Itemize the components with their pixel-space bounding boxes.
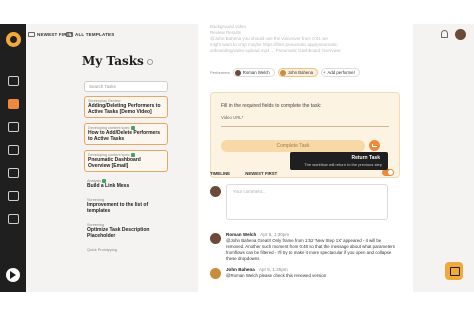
tasks-icon[interactable] bbox=[8, 99, 19, 109]
plus-icon: + bbox=[323, 70, 326, 75]
task-list: Screenplay Review Adding/Deleting Perfor… bbox=[84, 96, 168, 259]
task-description: Background video Review Results @John Ba… bbox=[210, 24, 341, 53]
comment-author: Roman Welch Apr 5, 1:30pm bbox=[226, 232, 290, 237]
task-card[interactable]: Analysis Build a Link Mess bbox=[84, 177, 168, 191]
task-card[interactable]: Screening Optimize Task Description Plac… bbox=[84, 221, 168, 241]
templates-icon[interactable] bbox=[8, 145, 19, 155]
app-window: NEWEST FIRST ALL TEMPLATES My Tasks Sear… bbox=[0, 24, 474, 292]
performers-row: Performers Roman Welch John Bahena + Add … bbox=[210, 68, 360, 77]
video-url-field[interactable]: Video URL* bbox=[221, 113, 389, 127]
help-icon[interactable] bbox=[146, 58, 153, 65]
avatar bbox=[210, 186, 221, 197]
sort-icon bbox=[28, 32, 35, 38]
settings-icon[interactable] bbox=[8, 214, 19, 224]
team-icon[interactable] bbox=[8, 191, 19, 201]
task-card[interactable]: Screenplay Review Adding/Deleting Perfor… bbox=[84, 96, 168, 118]
template-filter-dropdown[interactable]: ALL TEMPLATES bbox=[66, 32, 114, 38]
return-task-button[interactable] bbox=[369, 140, 380, 151]
task-card[interactable]: Developing content spec How to Add/Delet… bbox=[84, 123, 168, 145]
task-title: Pneumatic Dashboard Overview [Email] bbox=[88, 157, 141, 169]
timeline-sort-dropdown[interactable]: NEWEST FIRST bbox=[245, 171, 277, 176]
pneumatic-logo[interactable] bbox=[6, 32, 21, 47]
performer-chip[interactable]: Roman Welch bbox=[232, 68, 275, 77]
filter-icon bbox=[66, 32, 73, 38]
left-nav-rail bbox=[0, 24, 26, 292]
task-card[interactable]: Screening Improvement to the list of tem… bbox=[84, 196, 168, 216]
task-title: Adding/Deleting Performers to Active Tas… bbox=[88, 103, 161, 115]
task-card[interactable]: Developing content spec Pneumatic Dashbo… bbox=[84, 150, 168, 172]
timeline-header: TIMELINE NEWEST FIRST bbox=[210, 171, 291, 176]
comment-text: @Roman Welch please check this renewed v… bbox=[226, 273, 327, 278]
form-heading: Fill in the required fields to complete … bbox=[221, 103, 322, 109]
search-input[interactable]: Search Tasks bbox=[84, 81, 168, 92]
avatar bbox=[279, 69, 286, 76]
timeline-label: TIMELINE bbox=[210, 171, 231, 176]
task-process: Quick Prototyping bbox=[87, 248, 117, 252]
comments-toggle[interactable] bbox=[382, 169, 394, 176]
performer-chip[interactable]: John Bahena bbox=[277, 68, 319, 77]
task-title: How to Add/Delete Performers to Active T… bbox=[88, 130, 161, 142]
run-workflow-icon[interactable] bbox=[6, 268, 20, 282]
highlights-icon[interactable] bbox=[8, 168, 19, 178]
user-avatar[interactable] bbox=[455, 29, 466, 40]
comment-date: Apr 5, 1:25pm bbox=[258, 267, 288, 272]
return-task-tooltip: Return Task The workflow will return to … bbox=[290, 152, 388, 170]
page-title: My Tasks bbox=[82, 54, 153, 68]
comment-text: @John Bahena Great!! Only frame from 1:5… bbox=[226, 238, 395, 261]
complete-task-button[interactable]: Complete Task bbox=[221, 140, 365, 152]
task-detail-panel: Background video Review Results @John Ba… bbox=[198, 24, 413, 292]
task-card[interactable]: Quick Prototyping bbox=[84, 246, 168, 254]
avatar bbox=[210, 233, 221, 244]
chat-widget-button[interactable] bbox=[445, 262, 463, 280]
comment-author: John Bahena Apr 5, 1:25pm bbox=[226, 267, 288, 272]
task-title: Improvement to the list of templates bbox=[87, 202, 149, 214]
avatar bbox=[234, 69, 241, 76]
workflows-icon[interactable] bbox=[8, 122, 19, 132]
dashboard-icon[interactable] bbox=[8, 76, 19, 86]
bell-icon[interactable] bbox=[441, 30, 448, 38]
comment-input[interactable]: Your comment... bbox=[226, 184, 388, 220]
add-performer-button[interactable]: + Add performer bbox=[321, 68, 360, 77]
task-title: Optimize Task Description Placeholder bbox=[87, 227, 150, 239]
comment-date: Apr 5, 1:30pm bbox=[260, 232, 290, 237]
task-title: Build a Link Mess bbox=[87, 183, 130, 189]
avatar bbox=[210, 268, 221, 279]
